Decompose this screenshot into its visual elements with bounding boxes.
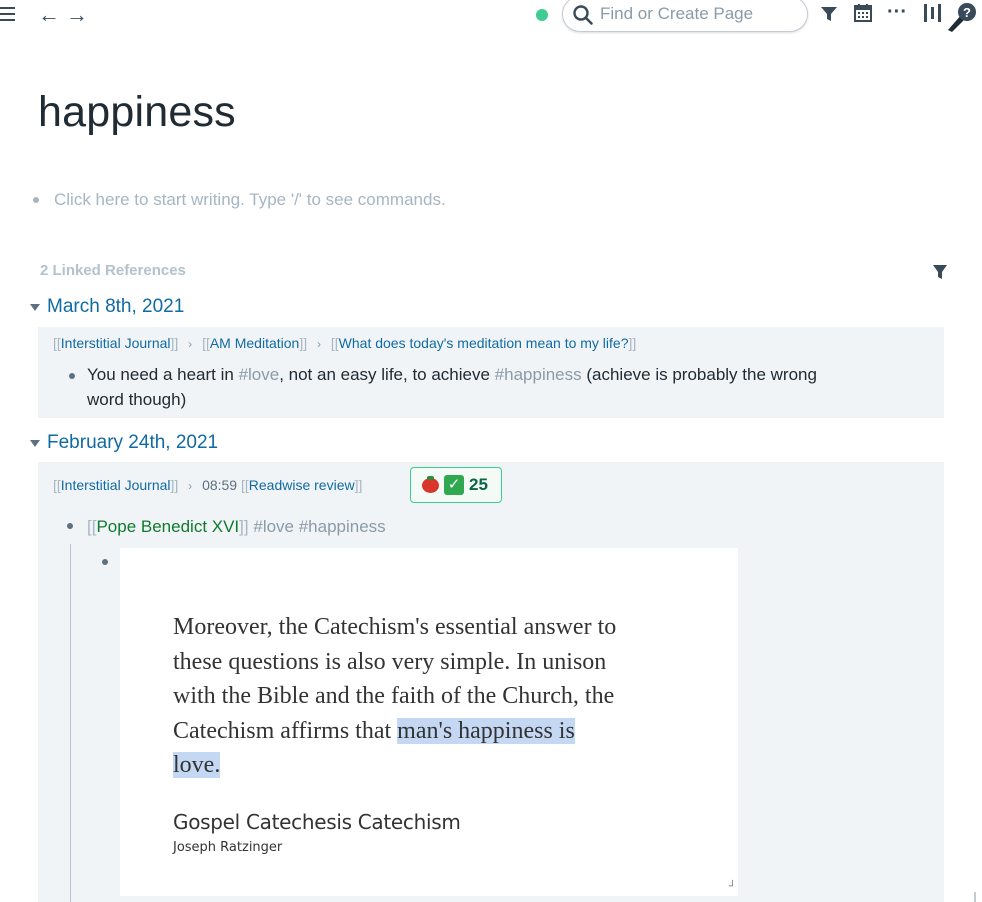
breadcrumb-link[interactable]: Readwise review (249, 477, 355, 493)
search-icon (573, 5, 593, 25)
sidebar-toggle-icon[interactable] (923, 3, 945, 23)
menu-icon[interactable] (0, 3, 18, 27)
page-link-pope-benedict[interactable]: Pope Benedict XVI (96, 517, 239, 536)
reference-block-text[interactable]: You need a heart in #love, not an easy l… (87, 362, 927, 412)
search-input[interactable]: Find or Create Page (600, 4, 753, 24)
quote-text: Moreover, the Catechism's essential answ… (173, 614, 617, 778)
quote-highlight: man's happiness is (397, 717, 575, 744)
sync-status-icon (536, 9, 548, 21)
page-title[interactable]: happiness (38, 88, 236, 137)
resize-handle-icon[interactable]: ┘ (729, 881, 736, 892)
svg-text:?: ? (963, 5, 971, 20)
quote-highlight: love. (173, 752, 221, 778)
empty-block-placeholder[interactable]: Click here to start writing. Type '/' to… (54, 190, 446, 210)
reference-block-text[interactable]: [[Pope Benedict XVI]] #love #happiness (87, 514, 386, 539)
reference-card: [[Interstitial Journal]] › [[AM Meditati… (38, 327, 944, 418)
references-filter-icon[interactable] (932, 264, 948, 280)
linked-references-header: 2 Linked References (40, 262, 186, 279)
quote-source-author: Joseph Ratzinger (173, 840, 283, 855)
breadcrumb-link[interactable]: AM Meditation (210, 335, 299, 351)
block-bullet[interactable] (102, 559, 108, 565)
search-bar[interactable]: Find or Create Page (562, 0, 808, 32)
help-icon[interactable]: ? (944, 0, 980, 32)
quote-source-title: Gospel Catechesis Catechism (173, 810, 461, 834)
pomodoro-button[interactable]: ✓ 25 (410, 467, 502, 503)
reference-date-feb-24[interactable]: February 24th, 2021 (47, 432, 218, 454)
pomodoro-count: 25 (469, 475, 488, 494)
scrollbar[interactable] (974, 892, 976, 902)
breadcrumb-link[interactable]: What does today's meditation mean to my … (339, 335, 629, 351)
back-arrow-icon[interactable]: ← (38, 3, 60, 27)
tomato-icon (422, 476, 439, 493)
quote-image[interactable]: Moreover, the Catechism's essential answ… (120, 548, 738, 896)
top-bar: ← → Find or Create Page ··· ? (0, 0, 982, 32)
breadcrumb-link[interactable]: Interstitial Journal (61, 335, 171, 351)
reference-date-march-8[interactable]: March 8th, 2021 (47, 296, 184, 318)
checkmark-icon: ✓ (444, 475, 464, 495)
block-bullet[interactable] (67, 523, 73, 529)
collapse-caret-icon[interactable] (30, 304, 40, 311)
forward-arrow-icon[interactable]: → (66, 3, 88, 27)
calendar-icon[interactable] (853, 3, 873, 23)
breadcrumb-link[interactable]: Interstitial Journal (61, 477, 171, 493)
block-bullet[interactable] (69, 373, 75, 379)
breadcrumb: [[Interstitial Journal]] › 08:59 [[Readw… (53, 477, 363, 493)
breadcrumb-time: 08:59 (202, 477, 238, 493)
filter-icon[interactable] (820, 5, 838, 23)
breadcrumb: [[Interstitial Journal]] › [[AM Meditati… (53, 335, 637, 351)
more-options-icon[interactable]: ··· (887, 0, 907, 24)
tag-love[interactable]: #love (239, 365, 280, 384)
collapse-caret-icon[interactable] (30, 440, 40, 447)
tag-happiness[interactable]: #happiness (495, 365, 582, 384)
block-bullet[interactable] (33, 197, 39, 203)
child-indent-line (70, 544, 71, 902)
block-tags[interactable]: #love #happiness (253, 517, 385, 536)
